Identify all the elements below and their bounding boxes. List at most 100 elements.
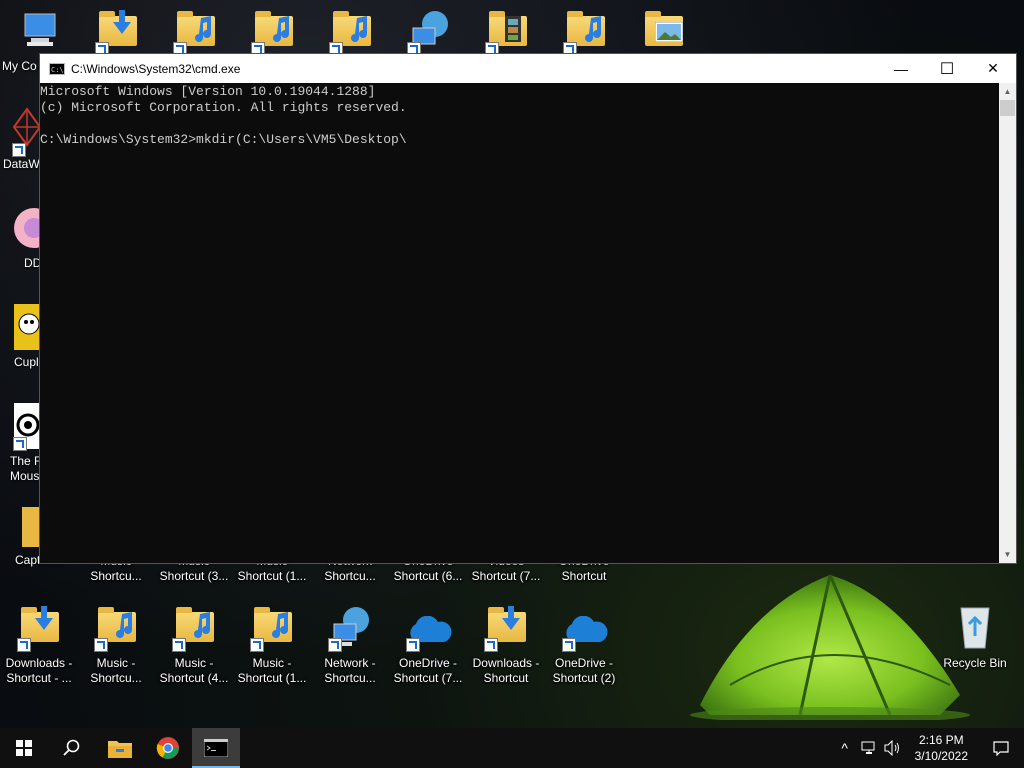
icon-label: Music - <box>96 656 136 670</box>
window-title: C:\Windows\System32\cmd.exe <box>71 61 241 76</box>
scrollbar-track[interactable] <box>999 100 1016 546</box>
icon-label: Recycle Bin <box>943 656 1007 670</box>
onedrive-cloud-icon <box>404 604 452 652</box>
recycle-bin-desktop-icon[interactable]: Recycle Bin <box>936 604 1014 671</box>
music-folder-icon <box>561 8 609 56</box>
console-prompt-line[interactable]: C:\Windows\System32>mkdir(C:\Users\VM5\D… <box>40 132 999 148</box>
downloads-folder-icon <box>15 604 63 652</box>
scrollbar-thumb[interactable] <box>1000 100 1015 116</box>
clock-date: 3/10/2022 <box>914 749 968 763</box>
left-icon-label-0: My Co <box>2 59 37 73</box>
onedrive-shortcut-desktop-icon-b[interactable]: OneDrive - Shortcut (2) <box>545 604 623 686</box>
icon-label: Network - <box>324 656 376 670</box>
icon-label: OneDrive - <box>554 656 613 670</box>
label-line2: Shortcut (7... <box>471 569 541 583</box>
cuphead-desktop-icon[interactable]: Cupl <box>0 302 40 372</box>
onedrive-cloud-icon <box>560 604 608 652</box>
onedrive-shortcut-desktop-icon-a[interactable]: OneDrive - Shortcut (7... <box>389 604 467 686</box>
icon-label: Music - <box>174 656 214 670</box>
folder-icon <box>22 507 40 547</box>
clock-time: 2:16 PM <box>918 733 964 747</box>
file-explorer-folder-icon <box>108 741 132 758</box>
console-line: Microsoft Windows [Version 10.0.19044.12… <box>40 84 376 99</box>
label-line2: Shortcu... <box>90 569 142 583</box>
minimize-icon: — <box>894 60 908 77</box>
app-icon <box>14 208 40 248</box>
computer-icon <box>15 8 63 56</box>
console-command-text: C:\Windows\System32>mkdir(C:\Users\VM5\D… <box>40 132 407 147</box>
minimize-button[interactable]: — <box>878 54 924 83</box>
vertical-scrollbar[interactable]: ▲ ▼ <box>999 83 1016 563</box>
taskbar: ^ 2:16 PM 3/10/2022 <box>0 728 1024 768</box>
cmd-app-icon: C:\ <box>49 62 65 75</box>
close-icon: ✕ <box>987 60 999 76</box>
music-folder-icon <box>248 604 296 652</box>
maximize-icon: ☐ <box>939 60 955 78</box>
datawrapper-app-icon <box>12 107 40 147</box>
icon-label: Music - <box>252 656 292 670</box>
cmd-window[interactable]: C:\ C:\Windows\System32\cmd.exe — ☐ ✕ Mi… <box>39 53 1017 564</box>
downloads-shortcut-desktop-icon[interactable]: Downloads - Shortcut - ... <box>0 604 78 686</box>
file-explorer-taskbar-button[interactable] <box>96 728 144 768</box>
network-wired-icon <box>861 741 875 754</box>
icon-label: Shortcut (2) <box>552 671 616 685</box>
network-tray-button[interactable] <box>857 728 881 768</box>
network-icon <box>326 604 374 652</box>
label-line2: Shortcut <box>561 569 607 583</box>
scroll-down-arrow-icon[interactable]: ▼ <box>999 546 1016 563</box>
downloads-folder-icon <box>93 8 141 56</box>
dd-desktop-icon[interactable]: DD <box>0 203 40 273</box>
icon-label: OneDrive - <box>398 656 457 670</box>
downloads-folder-icon <box>482 604 530 652</box>
label-line2: Shortcut (3... <box>159 569 229 583</box>
network-shortcut-desktop-icon[interactable]: Network - Shortcu... <box>311 604 389 686</box>
console-output[interactable]: Microsoft Windows [Version 10.0.19044.12… <box>40 83 999 563</box>
label-line2: Shortcut (6... <box>393 569 463 583</box>
label-line2: Shortcu... <box>324 569 376 583</box>
close-button[interactable]: ✕ <box>970 54 1016 83</box>
music-folder-icon <box>92 604 140 652</box>
icon-label: Shortcu... <box>324 671 376 685</box>
windows-logo-icon <box>16 740 32 756</box>
wallpaper-tent-image <box>690 574 970 720</box>
start-button[interactable] <box>0 728 48 768</box>
pictures-folder-icon <box>639 8 687 56</box>
the-f-mous-desktop-icon[interactable]: The F Mous <box>0 403 40 488</box>
search-icon <box>63 739 80 756</box>
recycle-bin-icon <box>951 604 999 652</box>
cmd-taskbar-button[interactable] <box>192 728 240 768</box>
music-shortcut-desktop-icon-c[interactable]: Music - Shortcut (1... <box>233 604 311 686</box>
label-line2: Shortcut (1... <box>237 569 307 583</box>
search-button[interactable] <box>48 728 96 768</box>
music-folder-icon <box>170 604 218 652</box>
chrome-taskbar-button[interactable] <box>144 728 192 768</box>
speaker-volume-icon <box>884 740 899 756</box>
scroll-up-arrow-icon[interactable]: ▲ <box>999 83 1016 100</box>
cmd-icon <box>204 739 228 757</box>
music-shortcut-desktop-icon-a[interactable]: Music - Shortcu... <box>77 604 155 686</box>
show-hidden-icons-button[interactable]: ^ <box>833 728 857 768</box>
downloads-shortcut-desktop-icon-b[interactable]: Downloads - Shortcut <box>467 604 545 686</box>
volume-tray-button[interactable] <box>881 728 905 768</box>
icon-label: Downloads - <box>472 656 540 670</box>
icon-label: Shortcut (4... <box>159 671 229 685</box>
icon-label: Shortcut (7... <box>393 671 463 685</box>
taskbar-clock[interactable]: 2:16 PM 3/10/2022 <box>905 732 978 764</box>
icon-label: Downloads - <box>5 656 73 670</box>
icon-label: Shortcu... <box>90 671 142 685</box>
chrome-icon <box>156 737 179 759</box>
chevron-up-icon: ^ <box>841 740 848 756</box>
system-tray: ^ 2:16 PM 3/10/2022 <box>833 728 1024 768</box>
network-icon <box>405 8 453 56</box>
icon-label: Shortcut - ... <box>6 671 72 685</box>
music-shortcut-desktop-icon-b[interactable]: Music - Shortcut (4... <box>155 604 233 686</box>
action-center-button[interactable] <box>978 728 1024 768</box>
window-controls: — ☐ ✕ <box>878 54 1016 83</box>
cuphead-game-icon <box>14 304 40 350</box>
music-folder-icon <box>327 8 375 56</box>
maximize-button[interactable]: ☐ <box>924 54 970 83</box>
music-folder-icon <box>249 8 297 56</box>
datawrapper-desktop-icon[interactable]: DataW <box>0 105 40 175</box>
window-titlebar[interactable]: C:\ C:\Windows\System32\cmd.exe — ☐ ✕ <box>40 54 1016 83</box>
